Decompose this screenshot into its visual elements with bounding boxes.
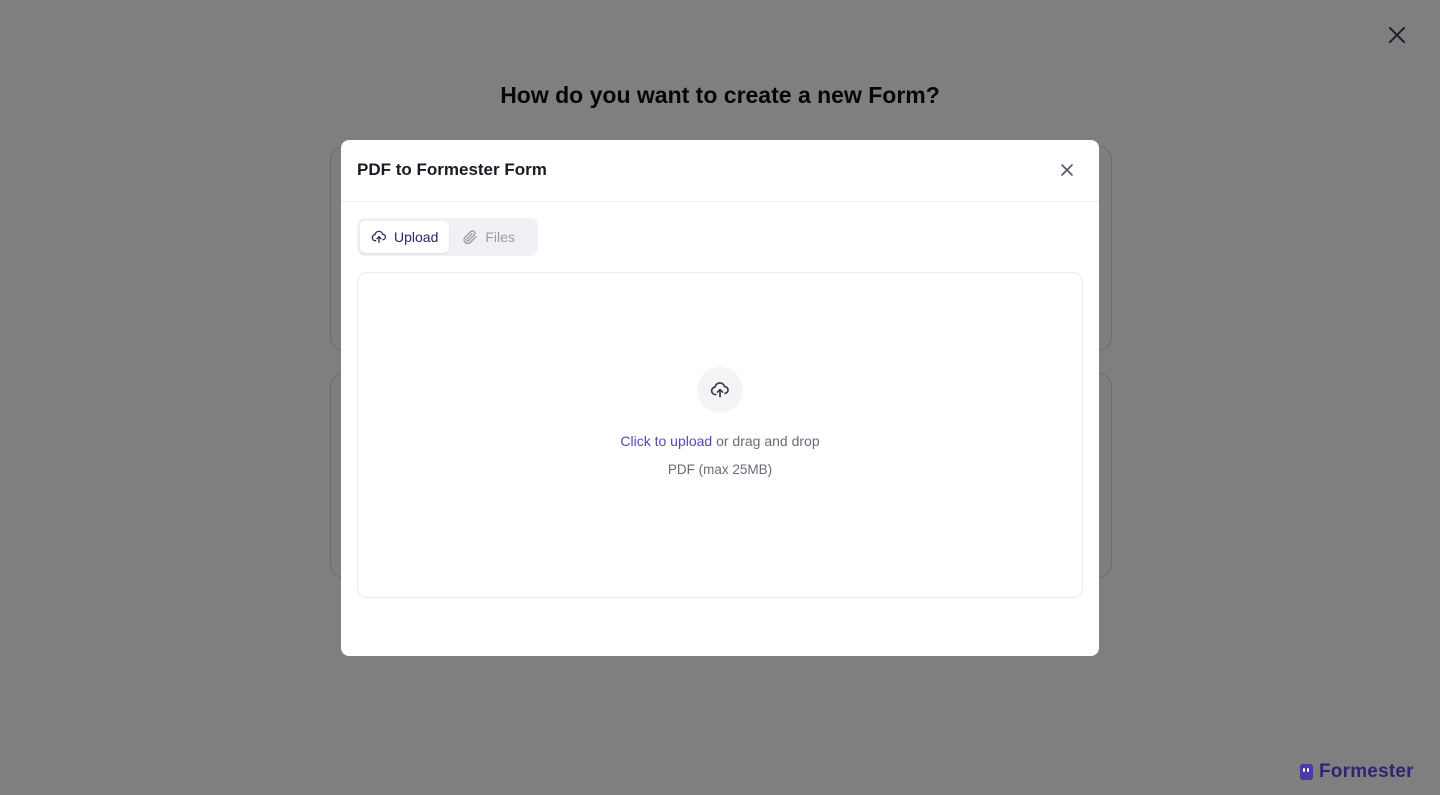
cloud-upload-icon [371,230,387,243]
brand-logo: Formester [1300,759,1414,785]
brand-name: Formester [1319,761,1414,782]
pdf-to-form-modal: PDF to Formester Form Upload Files Click… [341,140,1099,656]
modal-title: PDF to Formester Form [357,160,547,179]
modal-close-button[interactable] [1058,161,1076,179]
click-to-upload-link[interactable]: Click to upload [620,433,712,449]
modal-header: PDF to Formester Form [341,140,1099,202]
cloud-upload-icon [710,382,729,398]
file-type-hint: PDF (max 25MB) [667,462,773,477]
source-tabs: Upload Files [357,218,538,256]
tab-files[interactable]: Files [451,221,526,253]
formester-logo-icon [1300,764,1313,780]
upload-icon-circle [697,367,743,413]
pdf-dropzone[interactable]: Click to upload or drag and drop PDF (ma… [357,272,1083,598]
tab-upload-label: Upload [394,229,439,245]
close-icon [1061,164,1073,176]
close-icon [1389,27,1405,43]
paperclip-icon [463,230,478,245]
page: How do you want to create a new Form? Fo… [0,0,1440,795]
page-close-button[interactable] [1386,24,1408,46]
tab-files-label: Files [485,229,515,245]
dropzone-instructions: Click to upload or drag and drop [358,433,1082,449]
drag-drop-text: or drag and drop [712,433,820,449]
tab-upload[interactable]: Upload [360,221,450,253]
